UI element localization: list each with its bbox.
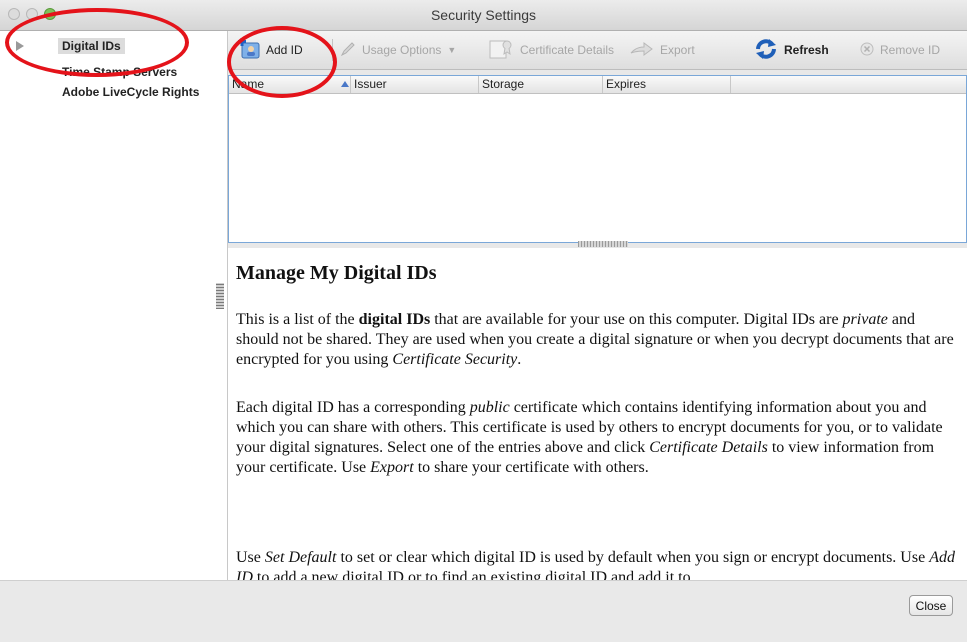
text-run: Certificate Details bbox=[649, 439, 768, 456]
help-content-pane: Manage My Digital IDs This is a list of … bbox=[228, 248, 967, 580]
export-arrow-icon bbox=[630, 41, 654, 60]
remove-id-button[interactable]: Remove ID bbox=[860, 31, 940, 69]
text-run: to share your certificate with others. bbox=[413, 459, 649, 476]
add-id-label: Add ID bbox=[266, 43, 303, 57]
export-button[interactable]: Export bbox=[630, 31, 695, 69]
close-button[interactable]: Close bbox=[909, 595, 953, 616]
toolbar: Add ID Usage Options ▼ Certificate Detai… bbox=[228, 31, 967, 70]
sidebar-item-digital-ids[interactable]: Digital IDs bbox=[58, 38, 125, 54]
sidebar: Digital IDs Time Stamp Servers Adobe Liv… bbox=[0, 31, 228, 580]
table-header: Name Issuer Storage Expires bbox=[229, 76, 966, 94]
certificate-details-button[interactable]: Certificate Details bbox=[488, 31, 614, 69]
export-label: Export bbox=[660, 43, 695, 57]
dialog-footer: Close bbox=[0, 580, 967, 642]
sidebar-item-time-stamp-servers[interactable]: Time Stamp Servers bbox=[62, 65, 177, 79]
certificate-icon bbox=[488, 38, 514, 63]
text-run: to add a new digital ID or to find an ex… bbox=[252, 569, 691, 580]
chevron-down-icon: ▼ bbox=[447, 45, 457, 55]
digital-ids-table[interactable]: Name Issuer Storage Expires bbox=[228, 75, 967, 243]
add-id-icon bbox=[236, 37, 260, 63]
text-run: Set Default bbox=[264, 549, 337, 566]
sort-arrow-icon bbox=[341, 81, 349, 87]
help-paragraph-3: Use Set Default to set or clear which di… bbox=[236, 548, 958, 580]
title-bar: Security Settings bbox=[0, 0, 967, 31]
text-run: to set or clear which digital ID is used… bbox=[336, 549, 930, 566]
column-header-storage[interactable]: Storage bbox=[479, 76, 603, 93]
remove-icon bbox=[860, 42, 874, 59]
refresh-icon bbox=[754, 38, 778, 63]
remove-id-label: Remove ID bbox=[880, 43, 941, 57]
column-header-issuer[interactable]: Issuer bbox=[351, 76, 479, 93]
toolbar-divider bbox=[332, 39, 333, 61]
refresh-label: Refresh bbox=[784, 43, 829, 57]
help-paragraph-1: This is a list of the digital IDs that a… bbox=[236, 310, 958, 370]
text-run: Export bbox=[370, 459, 414, 476]
sidebar-item-adobe-livecycle-rights[interactable]: Adobe LiveCycle Rights bbox=[62, 85, 199, 99]
column-header-name[interactable]: Name bbox=[229, 76, 351, 93]
disclosure-triangle-icon[interactable] bbox=[16, 41, 24, 51]
help-heading: Manage My Digital IDs bbox=[236, 262, 437, 284]
usage-options-label: Usage Options bbox=[362, 43, 442, 57]
help-paragraph-2: Each digital ID has a corresponding publ… bbox=[236, 398, 958, 478]
sidebar-resize-handle[interactable] bbox=[216, 283, 224, 309]
text-run: . bbox=[517, 351, 522, 368]
refresh-button[interactable]: Refresh bbox=[754, 31, 829, 69]
certificate-details-label: Certificate Details bbox=[520, 43, 615, 57]
add-id-button[interactable]: Add ID bbox=[236, 31, 303, 69]
text-run: public bbox=[469, 399, 510, 416]
text-run: This is a list of the bbox=[236, 311, 359, 328]
text-run: Certificate Security bbox=[392, 351, 518, 368]
text-run: Each digital ID has a corresponding bbox=[236, 399, 470, 416]
usage-options-button[interactable]: Usage Options ▼ bbox=[340, 31, 456, 69]
pencil-icon bbox=[340, 41, 356, 60]
horizontal-split-handle[interactable] bbox=[578, 241, 628, 247]
column-header-expires[interactable]: Expires bbox=[603, 76, 731, 93]
text-run: private bbox=[842, 311, 888, 328]
window-title: Security Settings bbox=[430, 7, 537, 23]
text-run: digital IDs bbox=[358, 311, 431, 328]
text-run: Use bbox=[236, 549, 265, 566]
text-run: that are available for your use on this … bbox=[430, 311, 843, 328]
